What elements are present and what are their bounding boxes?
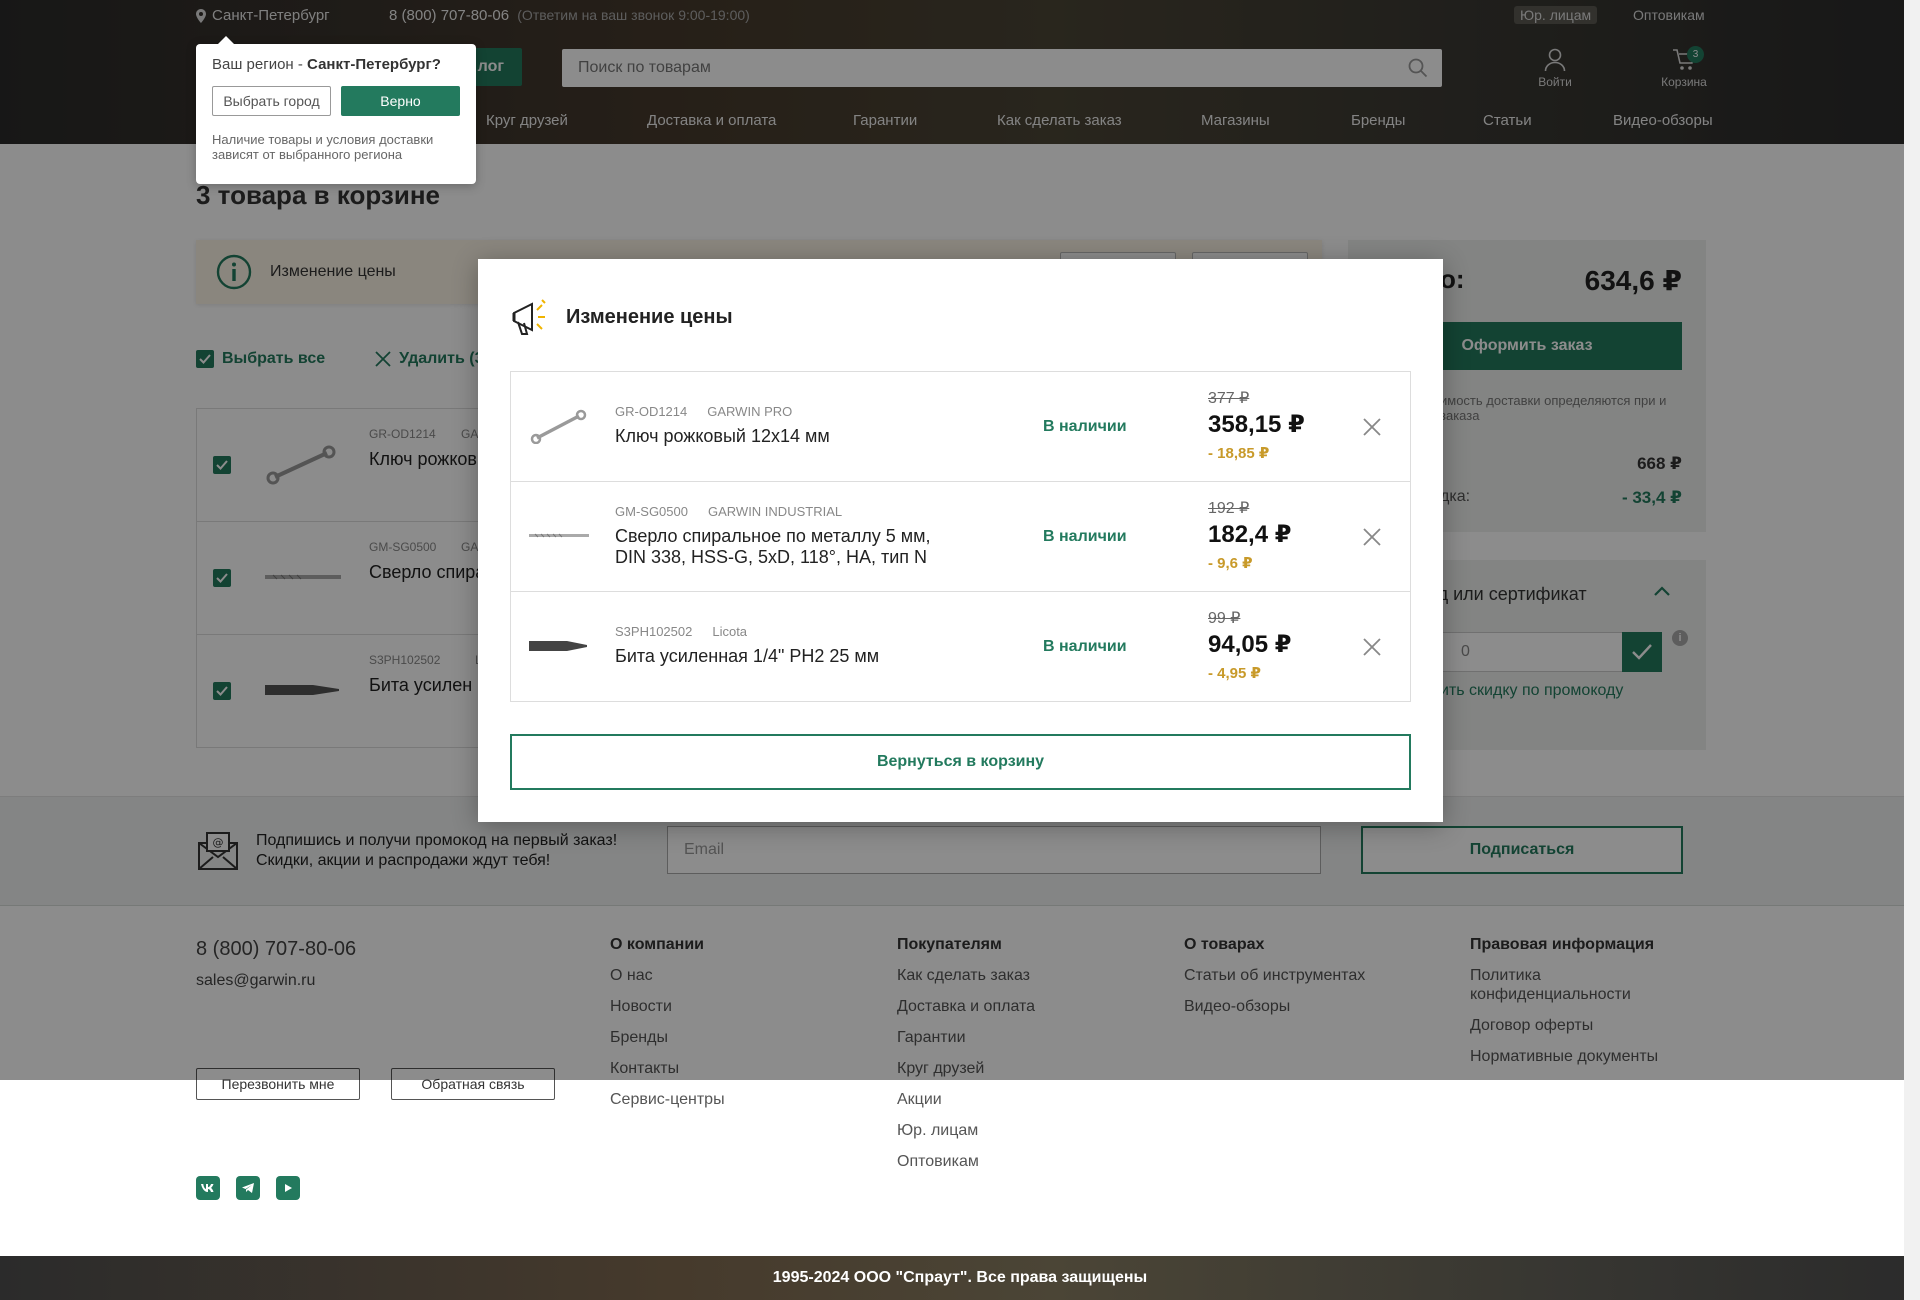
megaphone-icon	[512, 299, 546, 335]
telegram-icon[interactable]	[236, 1176, 260, 1200]
region-note: Наличие товары и условия доставки завися…	[212, 132, 434, 162]
item-name[interactable]: Сверло спиральное по металлу 5 мм, DIN 3…	[615, 526, 955, 568]
item-article: GR-OD1214	[615, 404, 688, 419]
modal-item-row: GR-OD1214 GARWIN PRO Ключ рожковый 12x14 …	[511, 372, 1410, 482]
item-article: S3PH102502	[615, 624, 693, 639]
close-icon[interactable]	[1363, 418, 1381, 436]
modal-item-row: S3PH102502 Licota Бита усиленная 1/4" PH2…	[511, 592, 1410, 702]
social-links	[196, 1176, 300, 1200]
item-brand: Licota	[712, 624, 748, 639]
region-question-prefix: Ваш регион -	[212, 56, 308, 73]
footer-link[interactable]: Оптовикам	[897, 1152, 1035, 1171]
item-name[interactable]: Бита усиленная 1/4" PH2 25 мм	[615, 646, 955, 667]
old-price: 99 ₽	[1208, 610, 1241, 627]
scrollbar[interactable]	[1904, 0, 1920, 1300]
item-meta: GM-SG0500 GARWIN INDUSTRIAL	[615, 504, 842, 519]
modal-title: Изменение цены	[566, 305, 733, 328]
item-meta: GR-OD1214 GARWIN PRO	[615, 404, 792, 419]
close-icon[interactable]	[1363, 638, 1381, 656]
item-meta: S3PH102502 Licota	[615, 624, 747, 639]
stock-status: В наличии	[1043, 418, 1127, 435]
youtube-icon[interactable]	[276, 1176, 300, 1200]
stock-status: В наличии	[1043, 528, 1127, 545]
item-name[interactable]: Ключ рожковый 12x14 мм	[615, 426, 955, 447]
price-discount: - 9,6 ₽	[1208, 555, 1253, 572]
drill-bit-image	[529, 533, 589, 538]
modal-item-list: GR-OD1214 GARWIN PRO Ключ рожковый 12x14 …	[510, 371, 1411, 702]
region-question-city: Санкт-Петербург?	[307, 56, 441, 73]
item-brand: GARWIN INDUSTRIAL	[707, 504, 843, 519]
item-brand: GARWIN PRO	[707, 404, 793, 419]
back-to-cart-button[interactable]: Вернуться в корзину	[510, 734, 1411, 790]
price-change-modal: Изменение цены GR-OD1214 GARWIN PRO Ключ …	[478, 259, 1443, 822]
new-price: 94,05 ₽	[1208, 631, 1292, 658]
region-popup: Ваш регион - Санкт-Петербург? Выбрать го…	[196, 36, 476, 184]
footer-link[interactable]: Юр. лицам	[897, 1121, 1035, 1140]
copyright: 1995-2024 ООО "Спраут". Все права защище…	[0, 1256, 1920, 1300]
region-question: Ваш регион - Санкт-Петербург?	[212, 56, 460, 73]
footer-link[interactable]: Сервис-центры	[610, 1090, 725, 1109]
modal-item-row: GM-SG0500 GARWIN INDUSTRIAL Сверло спирал…	[511, 482, 1410, 592]
region-buttons: Выбрать город Верно	[212, 86, 460, 116]
bit-image	[529, 641, 587, 651]
confirm-city-button[interactable]: Верно	[341, 86, 460, 116]
new-price: 182,4 ₽	[1208, 521, 1292, 548]
old-price: 192 ₽	[1208, 500, 1250, 517]
vk-icon[interactable]	[196, 1176, 220, 1200]
stock-status: В наличии	[1043, 638, 1127, 655]
new-price: 358,15 ₽	[1208, 411, 1305, 438]
item-article: GM-SG0500	[615, 504, 688, 519]
footer-link[interactable]: Акции	[897, 1090, 1035, 1109]
close-icon[interactable]	[1363, 528, 1381, 546]
modal-header: Изменение цены	[510, 297, 733, 337]
price-discount: - 18,85 ₽	[1208, 445, 1270, 462]
wrench-image	[530, 409, 587, 444]
old-price: 377 ₽	[1208, 390, 1250, 407]
choose-city-button[interactable]: Выбрать город	[212, 86, 331, 116]
price-discount: - 4,95 ₽	[1208, 665, 1261, 682]
